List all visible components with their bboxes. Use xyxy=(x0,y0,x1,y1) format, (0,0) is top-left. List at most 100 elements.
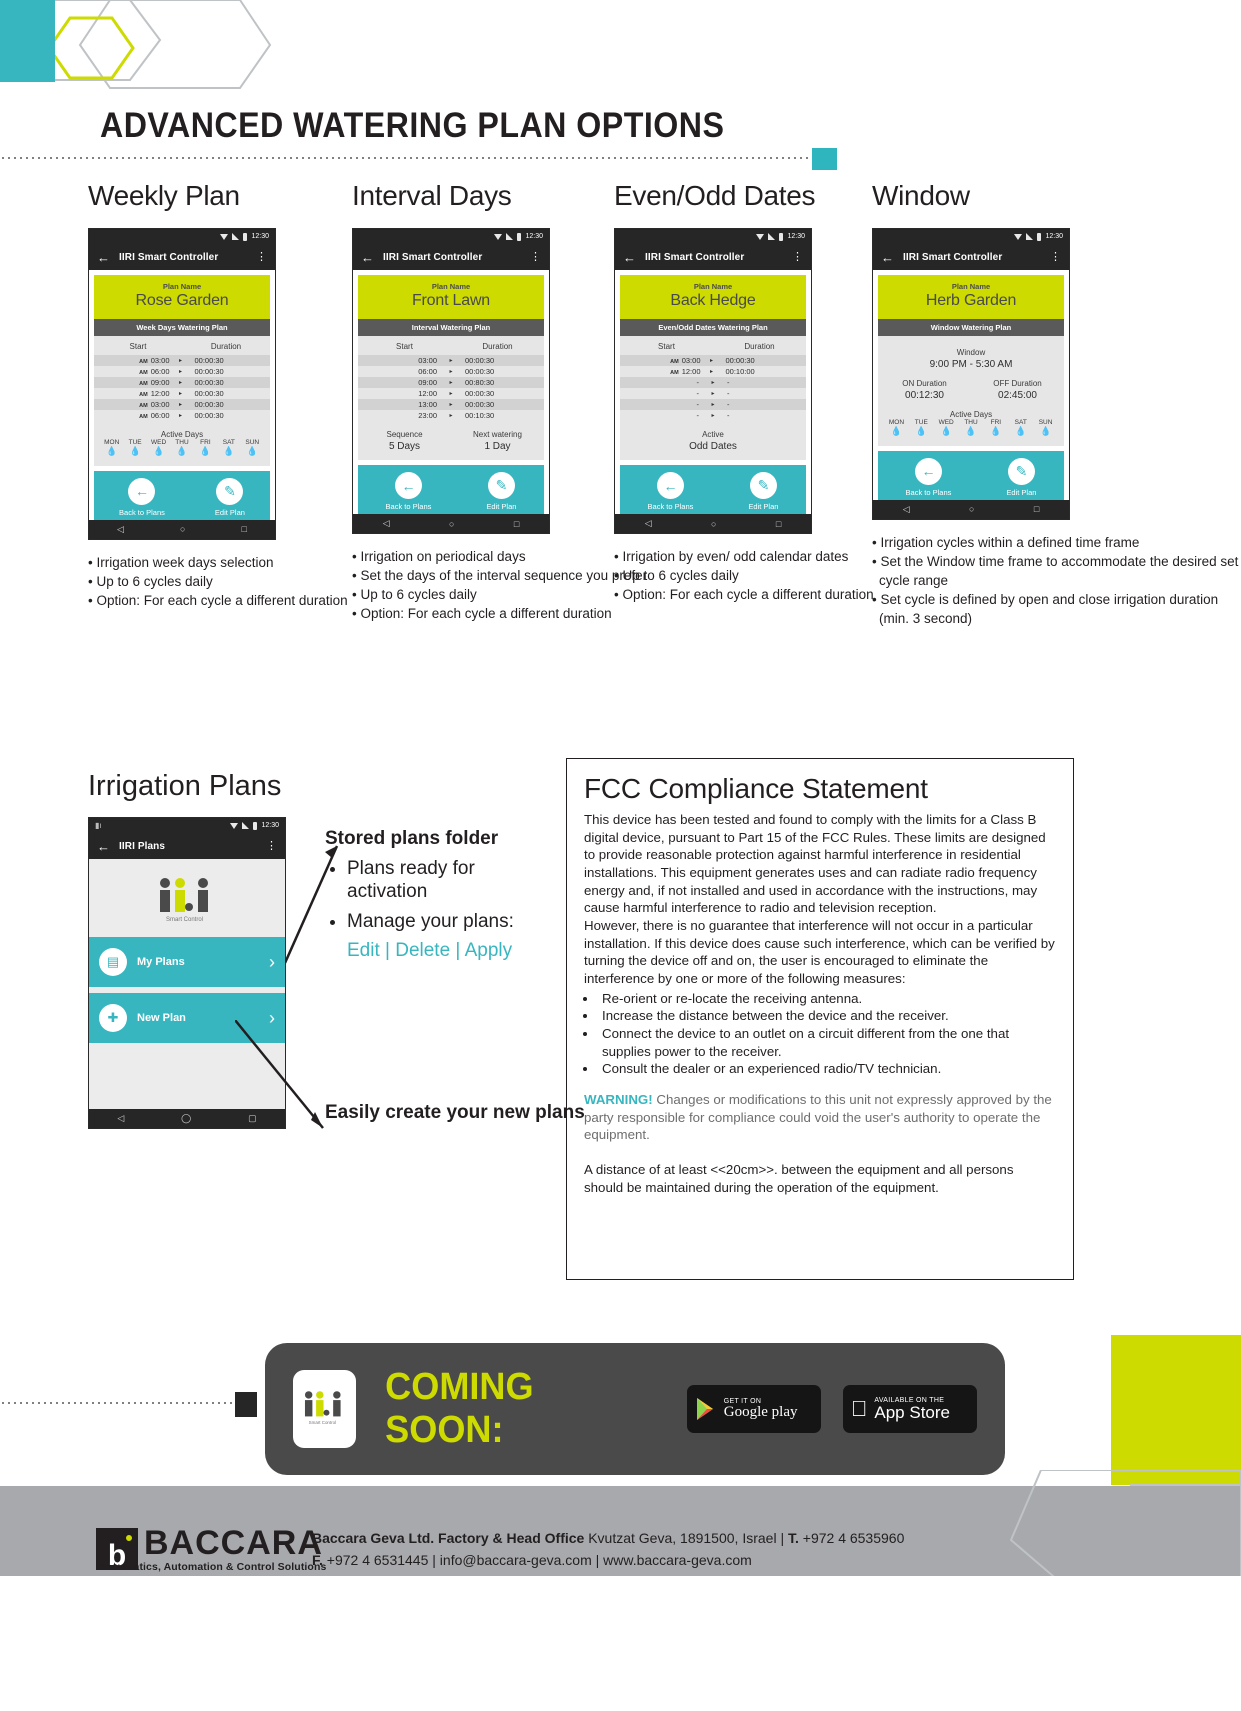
nav-home-icon[interactable]: ◯ xyxy=(181,1113,191,1124)
day-name: TUE xyxy=(128,439,142,446)
nav-home-icon[interactable]: ○ xyxy=(449,519,454,529)
nav-recents-icon[interactable]: □ xyxy=(242,524,247,534)
day-name: MON xyxy=(888,419,905,426)
water-drop-icon[interactable]: 💧 xyxy=(983,426,1008,438)
phone-action-bar: ← Back to Plans ✎ Edit Plan xyxy=(94,470,270,520)
plan-name-value: Rose Garden xyxy=(135,292,229,309)
water-drop-icon[interactable]: 💧 xyxy=(934,426,959,438)
plan-column-1: Interval Days 12:30 ← IIRI Smart Controller… xyxy=(352,180,647,624)
schedule-row: AM 09:00 ▸ 00:00:30 xyxy=(94,377,270,388)
schedule-row: - ▸ - xyxy=(620,410,806,421)
nav-back-icon[interactable]: ◁ xyxy=(903,504,910,515)
edit-plan-button[interactable]: ✎ Edit Plan xyxy=(1006,457,1036,497)
footer-contact-line-1: Baccara Geva Ltd. Factory & Head Office … xyxy=(312,1530,905,1546)
nav-home-icon[interactable]: ○ xyxy=(711,519,716,529)
google-play-badge[interactable]: GET IT ON Google play xyxy=(686,1385,821,1433)
back-arrow-icon[interactable]: ← xyxy=(881,251,894,264)
day-name: SUN xyxy=(245,439,260,446)
app-bar-title: IIRI Smart Controller xyxy=(903,251,1003,263)
row-start: AM 12:00 xyxy=(139,389,170,398)
nav-recents-icon[interactable]: □ xyxy=(1034,504,1039,514)
overflow-menu-icon[interactable]: ⋮ xyxy=(792,251,803,263)
nav-home-icon[interactable]: ○ xyxy=(969,504,974,514)
coming-soon-bar: Smart Control COMING SOON: GET IT ON Goo… xyxy=(265,1343,1005,1475)
row-arrow-icon: ▸ xyxy=(711,402,715,408)
plan-feature-list: • Irrigation cycles within a defined tim… xyxy=(872,533,1241,629)
svg-text:Smart Control: Smart Control xyxy=(308,1420,335,1425)
plan-feature-list: • Irrigation week days selection • Up to … xyxy=(88,553,348,610)
schedule-panel: Start Duration 03:00 ▸ 00:00:30 06:00 ▸ 00:00:3… xyxy=(358,336,544,460)
row-duration: - xyxy=(727,400,730,409)
water-drop-icon[interactable]: 💧 xyxy=(217,446,240,458)
baccara-tagline: Pneumatics, Automation & Control Solutio… xyxy=(98,1561,327,1573)
tile-my-plans[interactable]: ▤ My Plans › xyxy=(89,937,285,987)
water-drop-icon[interactable]: 💧 xyxy=(959,426,984,438)
water-drop-icon[interactable]: 💧 xyxy=(147,446,170,458)
day-name: WED xyxy=(150,439,167,446)
nav-back-icon[interactable]: ◁ xyxy=(645,518,652,529)
nav-home-icon[interactable]: ○ xyxy=(180,524,185,534)
row-arrow-icon: ▸ xyxy=(711,413,715,419)
overflow-menu-icon[interactable]: ⋮ xyxy=(1050,251,1061,263)
callout-bullet-item: Manage your plans: xyxy=(347,911,560,934)
back-to-plans-button[interactable]: ← Back to Plans xyxy=(119,477,165,517)
back-arrow-icon[interactable]: ← xyxy=(97,840,110,853)
water-drop-icon[interactable]: 💧 xyxy=(1033,426,1058,438)
nav-back-icon[interactable]: ◁ xyxy=(117,524,124,535)
plan-name-value: Front Lawn xyxy=(411,292,491,309)
row-duration: - xyxy=(727,389,730,398)
schedule-header: Start Duration xyxy=(620,342,806,355)
google-play-icon xyxy=(696,1398,713,1420)
plan-name-value: Back Hedge xyxy=(670,292,756,309)
overflow-menu-icon[interactable]: ⋮ xyxy=(530,251,541,263)
overflow-menu-icon[interactable]: ⋮ xyxy=(266,840,277,852)
back-to-plans-button[interactable]: ← Back to Plans xyxy=(906,457,951,497)
day-name: SAT xyxy=(1014,419,1027,426)
plan-name-label: Plan Name xyxy=(693,282,733,291)
nav-back-icon[interactable]: ◁ xyxy=(117,1113,124,1124)
plan-feature-item: • Up to 6 cycles daily xyxy=(352,587,477,603)
plan-feature-item: • Set the Window time frame to accommoda… xyxy=(872,553,1239,588)
nav-recents-icon[interactable]: □ xyxy=(776,519,781,529)
phone-nav-bar: ◁ ○ □ xyxy=(615,514,811,533)
coming-soon-label: COMING SOON: xyxy=(385,1366,534,1451)
app-store-badge[interactable]:  AVAILABLE ON THE App Store xyxy=(842,1385,978,1433)
back-to-plans-button[interactable]: ← Back to Plans xyxy=(385,472,432,511)
tile-label: New Plan xyxy=(137,1012,186,1024)
nav-recents-icon[interactable]: □ xyxy=(514,519,519,529)
back-arrow-icon[interactable]: ← xyxy=(361,251,374,264)
sequence-label: Sequence xyxy=(386,430,423,439)
row-arrow-icon: ▸ xyxy=(449,369,453,375)
back-to-plans-label: Back to Plans xyxy=(119,507,165,517)
edit-plan-button[interactable]: ✎ Edit Plan xyxy=(748,472,778,511)
plan-name-card: Plan Name Back Hedge xyxy=(620,275,806,319)
fcc-measure-item: Increase the distance between the device… xyxy=(598,1007,1056,1025)
sequence-value: 5 Days xyxy=(388,441,421,452)
phone-nav-bar: ◁ ○ □ xyxy=(353,514,549,533)
water-drop-icon[interactable]: 💧 xyxy=(100,446,123,458)
phone-action-bar: ← Back to Plans ✎ Edit Plan xyxy=(878,450,1064,500)
water-drop-icon[interactable]: 💧 xyxy=(241,446,264,458)
overflow-menu-icon[interactable]: ⋮ xyxy=(256,251,267,263)
water-drop-icon[interactable]: 💧 xyxy=(1008,426,1033,438)
phone-mockup: 12:30 ← IIRI Smart Controller ⋮ Plan Name Bac… xyxy=(614,228,812,534)
plan-name-value: Herb Garden xyxy=(925,292,1017,309)
back-to-plans-label: Back to Plans xyxy=(385,502,432,511)
water-drop-icon[interactable]: 💧 xyxy=(909,426,934,438)
edit-plan-label: Edit Plan xyxy=(214,507,245,517)
water-drop-icon[interactable]: 💧 xyxy=(194,446,217,458)
callout-actions: Edit | Delete | Apply xyxy=(347,940,513,962)
badge-big-text: App Store xyxy=(857,1403,950,1422)
back-arrow-icon[interactable]: ← xyxy=(97,251,110,264)
water-drop-icon[interactable]: 💧 xyxy=(170,446,193,458)
edit-plan-button[interactable]: ✎ Edit Plan xyxy=(214,477,245,517)
phone-app-bar: ← IIRI Smart Controller ⋮ xyxy=(353,244,549,270)
schedule-row: - ▸ - xyxy=(620,399,806,410)
water-drop-icon[interactable]: 💧 xyxy=(123,446,146,458)
phone-action-bar: ← Back to Plans ✎ Edit Plan xyxy=(358,465,544,514)
back-arrow-icon[interactable]: ← xyxy=(623,251,636,264)
water-drop-icon[interactable]: 💧 xyxy=(884,426,909,438)
edit-plan-button[interactable]: ✎ Edit Plan xyxy=(486,472,516,511)
back-to-plans-button[interactable]: ← Back to Plans xyxy=(648,472,693,511)
nav-back-icon[interactable]: ◁ xyxy=(383,518,390,529)
